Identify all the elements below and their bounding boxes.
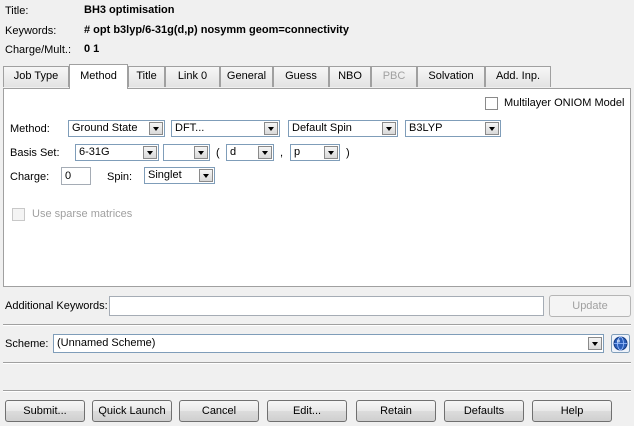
tab-title[interactable]: Title: [128, 66, 165, 87]
spin-type-value: Default Spin: [292, 122, 352, 134]
defaults-button[interactable]: Defaults: [444, 400, 524, 422]
scheme-select[interactable]: (Unnamed Scheme): [53, 334, 604, 353]
tab-solvation[interactable]: Solvation: [417, 66, 485, 87]
polarization-heavy-select[interactable]: d: [226, 144, 274, 161]
open-paren: (: [216, 147, 220, 159]
update-button: Update: [549, 295, 631, 317]
chevron-down-icon: [143, 146, 157, 159]
spin-value: Singlet: [148, 169, 182, 181]
tab-job-type[interactable]: Job Type: [3, 66, 69, 87]
scheme-label: Scheme:: [5, 338, 49, 350]
spin-label: Spin:: [107, 171, 133, 183]
tab-add-inp[interactable]: Add. Inp.: [485, 66, 551, 87]
polarization-h-value: p: [294, 146, 301, 158]
state-select[interactable]: Ground State: [68, 120, 165, 137]
retain-button[interactable]: Retain: [356, 400, 436, 422]
chevron-down-icon: [264, 122, 278, 135]
help-button[interactable]: Help: [532, 400, 612, 422]
chevron-down-icon: [485, 122, 499, 135]
submit-button[interactable]: Submit...: [5, 400, 85, 422]
scheme-value: (Unnamed Scheme): [57, 337, 156, 349]
tab-guess[interactable]: Guess: [273, 66, 329, 87]
sparse-matrices-checkbox: [12, 208, 25, 221]
chevron-down-icon: [199, 169, 213, 182]
polarization-h-select[interactable]: p: [290, 144, 340, 161]
charge-mult-label: Charge/Mult.:: [5, 44, 72, 56]
chevron-down-icon: [149, 122, 163, 135]
divider: [3, 324, 631, 326]
divider: [3, 362, 631, 364]
chevron-down-icon: [382, 122, 396, 135]
cancel-button[interactable]: Cancel: [179, 400, 259, 422]
keywords-label: Keywords:: [5, 25, 57, 37]
basis-set-select[interactable]: 6-31G: [75, 144, 159, 161]
chevron-down-icon: [588, 337, 602, 350]
charge-label: Charge:: [10, 171, 50, 183]
basis-set-value: 6-31G: [79, 146, 110, 158]
tab-nbo[interactable]: NBO: [329, 66, 371, 87]
functional-select[interactable]: B3LYP: [405, 120, 501, 137]
functional-value: B3LYP: [409, 122, 443, 134]
chevron-down-icon: [324, 146, 338, 159]
charge-field[interactable]: 0: [61, 167, 91, 185]
method-type-value: DFT...: [175, 122, 205, 134]
spin-select[interactable]: Singlet: [144, 167, 215, 184]
comma: ,: [280, 147, 284, 159]
close-paren: ): [346, 147, 350, 159]
basis-set-label: Basis Set:: [10, 147, 60, 159]
sparse-matrices-label: Use sparse matrices: [32, 208, 133, 220]
chevron-down-icon: [258, 146, 272, 159]
route-keywords: # opt b3lyp/6-31g(d,p) nosymm geom=conne…: [84, 24, 349, 36]
method-label: Method:: [10, 123, 50, 135]
additional-keywords-field[interactable]: [109, 296, 544, 316]
oniom-label: Multilayer ONIOM Model: [504, 97, 625, 109]
tab-method[interactable]: Method: [69, 64, 128, 89]
method-panel: Multilayer ONIOM Model Method: Ground St…: [3, 88, 631, 287]
basis-diffuse-select[interactable]: [163, 144, 210, 161]
job-title: BH3 optimisation: [84, 4, 175, 16]
chevron-down-icon: [194, 146, 208, 159]
tab-general[interactable]: General: [220, 66, 273, 87]
tab-pbc: PBC: [371, 66, 417, 87]
oniom-checkbox[interactable]: [485, 97, 498, 110]
polarization-heavy-value: d: [230, 146, 237, 158]
quick-launch-button[interactable]: Quick Launch: [92, 400, 172, 422]
method-type-select[interactable]: DFT...: [171, 120, 280, 137]
title-label: Title:: [5, 5, 29, 17]
charge-mult-value: 0 1: [84, 43, 100, 55]
state-select-value: Ground State: [72, 122, 138, 134]
divider: [3, 390, 631, 392]
spin-type-select[interactable]: Default Spin: [288, 120, 398, 137]
additional-keywords-label: Additional Keywords:: [5, 300, 108, 312]
tab-link0[interactable]: Link 0: [165, 66, 220, 87]
edit-button[interactable]: Edit...: [267, 400, 347, 422]
globe-settings-icon[interactable]: [611, 334, 630, 353]
